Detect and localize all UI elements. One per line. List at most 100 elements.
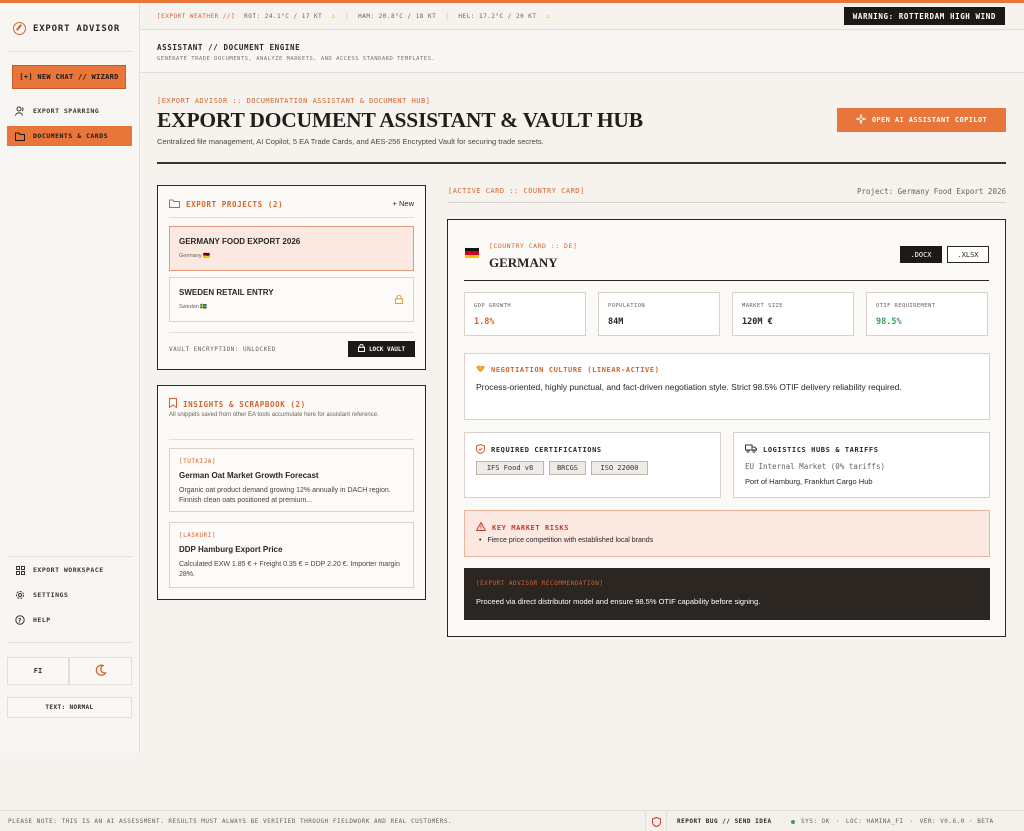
report-shield-icon[interactable] [645,812,667,831]
weather-item: HEL: 17.2°C / 20 KT [458,12,537,20]
risk-item: • Fierce price competition with establis… [479,537,653,544]
svg-text:?: ? [18,617,22,624]
certifications-box: REQUIRED CERTIFICATIONS IFS Food v8 BRCG… [464,432,721,498]
logistics-title: LOGISTICS HUBS & TARIFFS [763,445,879,454]
users-icon [15,106,25,116]
dark-mode-toggle[interactable] [69,657,132,685]
vault-status: VAULT ENCRYPTION: UNLOCKED [169,346,276,353]
folder-icon [169,199,180,210]
project-country: Sweden 🇸🇪 [179,304,208,310]
gear-icon [15,590,25,600]
snippet-body: Calculated EXW 1.85 € + Freight 0.35 € =… [179,561,400,578]
folder-icon [15,131,25,141]
snippet-title: German Oat Market Growth Forecast [179,471,319,480]
new-chat-button[interactable]: [+] NEW CHAT // WIZARD [12,65,126,89]
sidebar-divider [7,51,132,52]
sidebar-item-export-sparring[interactable]: EXPORT SPARRING [7,101,132,121]
export-projects-panel: EXPORT PROJECTS (2) + New GERMANY FOOD E… [157,185,426,370]
sparkle-icon [854,112,867,126]
snippet-title: DDP Hamburg Export Price [179,545,283,554]
weather-label: [EXPORT WEATHER //] [157,12,236,20]
certifications-title: REQUIRED CERTIFICATIONS [491,446,602,454]
country-card-tag: [COUNTRY CARD :: DE] [489,242,578,250]
logistics-box: LOGISTICS HUBS & TARIFFS EU Internal Mar… [733,432,990,498]
open-copilot-button[interactable]: OPEN AI ASSISTANT COPILOT [837,108,1006,132]
market-risks-box: KEY MARKET RISKS • Fierce price competit… [464,510,990,557]
stat-value: 120M € [742,317,773,327]
projects-header: EXPORT PROJECTS (2) [169,199,283,210]
snippet-tag: [LASKURI] [179,532,217,539]
culture-text: Process-oriented, highly punctual, and f… [476,382,902,392]
project-name: GERMANY FOOD EXPORT 2026 [179,237,301,246]
stat-value: 84M [608,317,624,327]
project-card-sweden[interactable]: SWEDEN RETAIL ENTRY Sweden 🇸🇪 [169,277,414,322]
country-card: [COUNTRY CARD :: DE] GERMANY .DOCX .XLSX… [447,219,1006,637]
stat-value: 98.5% [876,317,902,327]
handshake-icon [476,365,485,374]
snippet-card[interactable]: [LASKURI] DDP Hamburg Export Price Calcu… [169,522,414,588]
lock-vault-button[interactable]: LOCK VAULT [348,341,415,357]
sidebar-item-documents-cards[interactable]: DOCUMENTS & CARDS [7,126,132,146]
sidebar-item-export-workspace[interactable]: EXPORT WORKSPACE [7,560,132,580]
wind-warning-badge: WARNING: ROTTERDAM HIGH WIND [843,7,1005,25]
stat-population: POPULATION 84M [598,292,720,336]
stat-otif-requirement: OTIF REQUIREMENT 98.5% [866,292,988,336]
weather-item: HAM: 20.8°C / 18 KT [358,12,437,20]
recommendation-tag: [EXPORT ADVISOR RECOMMENDATION] [476,580,604,587]
stat-label: MARKET SIZE [742,303,783,309]
hero-divider [157,162,1006,164]
page-title: ASSISTANT // DOCUMENT ENGINE [157,43,301,52]
risks-title: KEY MARKET RISKS [492,523,570,532]
active-card-label: [ACTIVE CARD :: COUNTRY CARD] [448,187,585,195]
hero-title: EXPORT DOCUMENT ASSISTANT & VAULT HUB [157,108,643,132]
sidebar-item-settings[interactable]: SETTINGS [7,585,132,605]
page-subtitle: GENERATE TRADE DOCUMENTS, ANALYZE MARKET… [157,56,436,62]
page-header: ASSISTANT // DOCUMENT ENGINE GENERATE TR… [140,31,1024,73]
project-name: SWEDEN RETAIL ENTRY [179,288,274,297]
logistics-market: EU Internal Market (0% tariffs) [745,462,885,471]
stat-label: GDP GROWTH [474,303,512,309]
report-bug-link[interactable]: REPORT BUG // SEND IDEA [677,818,772,825]
cert-tag: IFS Food v8 [476,461,544,475]
sidebar: EXPORT ADVISOR [+] NEW CHAT // WIZARD EX… [0,3,140,753]
insights-panel: INSIGHTS & SCRAPBOOK (2) All snippets sa… [157,385,426,600]
country-name: GERMANY [489,255,558,270]
cert-tag: BRCGS [549,461,586,475]
lock-vault-label: LOCK VAULT [368,345,406,353]
certifications-header: REQUIRED CERTIFICATIONS [476,443,602,456]
compass-icon [13,22,26,35]
lock-icon [395,294,403,304]
language-toggle[interactable]: FI [7,657,69,685]
separator: · [909,818,914,825]
bookmark-icon [169,398,177,410]
stat-market-size: MARKET SIZE 120M € [732,292,854,336]
snippet-tag: [TUTKIJA] [179,458,217,465]
export-docx-button[interactable]: .DOCX [900,246,942,263]
brand[interactable]: EXPORT ADVISOR [13,22,120,35]
export-xlsx-button[interactable]: .XLSX [947,246,989,263]
new-project-button[interactable]: + New [393,199,414,208]
sidebar-divider [7,642,132,643]
ai-disclaimer: PLEASE NOTE: THIS IS AN AI ASSESSMENT. R… [8,818,453,825]
insights-header: INSIGHTS & SCRAPBOOK (2) [169,398,306,410]
insights-description: All snippets saved from other EA tools a… [169,412,379,418]
divider [169,332,414,333]
lock-icon [357,343,365,354]
copilot-button-label: OPEN AI ASSISTANT COPILOT [871,116,988,124]
stat-label: POPULATION [608,303,646,309]
footer: PLEASE NOTE: THIS IS AN AI ASSESSMENT. R… [0,810,1024,831]
help-icon: ? [15,615,25,625]
separator: | [345,12,350,20]
sidebar-item-label: HELP [33,616,51,624]
sidebar-item-help[interactable]: ? HELP [7,610,132,630]
risk-text: Fierce price competition with establishe… [487,537,654,544]
hero-tag: [EXPORT ADVISOR :: DOCUMENTATION ASSISTA… [157,97,431,105]
sys-status: SYS: OK [801,818,830,825]
stat-gdp-growth: GDP GROWTH 1.8% [464,292,586,336]
culture-header: NEGOTIATION CULTURE (LINEAR-ACTIVE) [476,365,660,374]
shield-check-icon [476,443,485,456]
text-size-toggle[interactable]: TEXT: NORMAL [7,697,132,718]
sidebar-item-label: EXPORT SPARRING [33,107,100,115]
snippet-card[interactable]: [TUTKIJA] German Oat Market Growth Forec… [169,448,414,512]
project-card-germany[interactable]: GERMANY FOOD EXPORT 2026 Germany 🇩🇪 [169,226,414,271]
